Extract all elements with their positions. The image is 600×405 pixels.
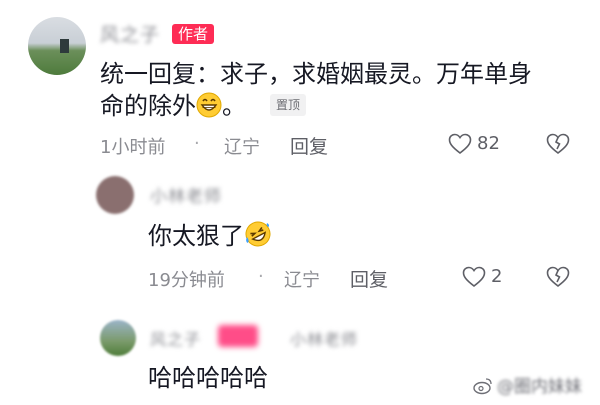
reply-comment-text: 你太狠了 <box>148 220 272 252</box>
like-count: 82 <box>477 133 500 154</box>
pinned-comment-text-line1: 统一回复：求子，求婚姻最灵。万年单身 <box>100 60 532 88</box>
comment-time: 1小时前 <box>100 137 166 158</box>
dislike-icon[interactable] <box>546 266 570 288</box>
like-count: 2 <box>491 266 503 287</box>
reply-username[interactable]: 风之子 <box>150 326 201 350</box>
reply-comment-text: 哈哈哈哈哈 <box>148 364 268 392</box>
grinning-face-icon <box>196 92 222 118</box>
watermark-text: @圈内妹妹 <box>497 377 582 397</box>
pinned-badge: 置顶 <box>270 94 307 116</box>
pinned-comment-text-line2: 命的除外。 <box>100 90 246 122</box>
reply-username[interactable]: 小林老师 <box>150 182 222 207</box>
author-badge: 作者 <box>172 24 215 44</box>
like-icon[interactable] <box>462 266 486 288</box>
reply-to-username[interactable]: 小林老师 <box>290 326 358 350</box>
reply-time: 19分钟前 <box>148 270 225 291</box>
like-icon[interactable] <box>448 133 472 155</box>
pinned-comment-text-tail: 。 <box>222 92 246 120</box>
weibo-watermark: @圈内妹妹 <box>473 372 582 397</box>
reply-button[interactable]: 回复 <box>290 132 328 159</box>
meta-separator: · <box>258 266 264 287</box>
dislike-icon[interactable] <box>546 133 570 155</box>
weibo-logo-icon <box>473 377 493 395</box>
reply-avatar[interactable] <box>100 320 136 356</box>
author-username[interactable]: 风之子 <box>100 20 160 47</box>
rolling-on-floor-laughing-icon <box>244 220 272 248</box>
meta-separator: · <box>194 133 200 154</box>
comment-location: 辽宁 <box>224 137 260 158</box>
reply-comment-text-part: 你太狠了 <box>148 222 244 250</box>
reply-button[interactable]: 回复 <box>350 265 388 292</box>
pinned-comment-text-part: 命的除外 <box>100 92 196 120</box>
author-avatar[interactable] <box>28 17 86 75</box>
reply-avatar[interactable] <box>96 176 134 214</box>
reply-location: 辽宁 <box>284 270 320 291</box>
author-badge-blurred <box>218 325 258 347</box>
